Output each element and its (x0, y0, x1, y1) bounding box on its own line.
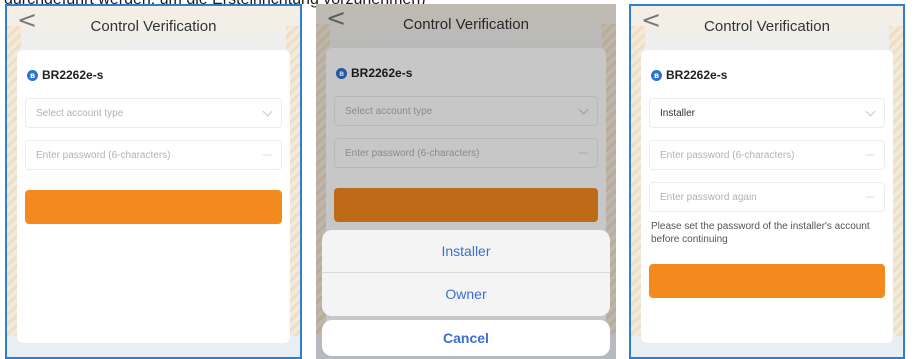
page-title: Control Verification (90, 18, 217, 35)
password-field[interactable]: Enter password (6-characters) ⌣⌣ (649, 140, 885, 170)
action-sheet-option-owner[interactable]: Owner (322, 273, 610, 315)
device-label: ʙ BR2262e-s (27, 68, 103, 82)
device-name: BR2262e-s (42, 68, 104, 82)
eye-closed-icon[interactable]: ⌣⌣ (865, 192, 874, 202)
chevron-down-icon (262, 106, 273, 116)
device-name: BR2262e-s (666, 68, 728, 82)
nav-bar: < Control Verification (7, 6, 300, 40)
confirm-button[interactable] (25, 190, 282, 224)
cancel-button[interactable]: Cancel (322, 320, 610, 356)
account-type-select[interactable]: Select account type (25, 98, 282, 128)
phone-screen-3: < Control Verification ʙ BR2262e-s Insta… (629, 4, 905, 359)
form-card: ʙ BR2262e-s Select account type Enter pa… (17, 50, 290, 343)
password-placeholder: Enter password (6-characters) (660, 149, 795, 161)
phone-screen-2: < Control Verification ʙ BR2262e-s Selec… (316, 4, 616, 359)
password-again-placeholder: Enter password again (660, 191, 757, 203)
account-type-select[interactable]: Installer (649, 98, 885, 128)
nav-bar: < Control Verification (631, 6, 903, 40)
form-card: ʙ BR2262e-s Installer Enter password (6-… (641, 50, 893, 343)
page-title: Control Verification (704, 18, 830, 35)
installer-password-hint: Please set the password of the installer… (651, 221, 870, 245)
phone-screen-1: < Control Verification ʙ BR2262e-s Selec… (5, 4, 302, 359)
bluetooth-icon: ʙ (27, 69, 38, 81)
action-sheet: Installer Owner (322, 230, 610, 316)
password-placeholder: Enter password (6-characters) (36, 149, 171, 161)
device-label: ʙ BR2262e-s (651, 68, 727, 82)
password-again-field[interactable]: Enter password again ⌣⌣ (649, 182, 885, 212)
bluetooth-icon: ʙ (651, 69, 662, 81)
confirm-button[interactable] (649, 264, 885, 298)
eye-closed-icon[interactable]: ⌣⌣ (865, 150, 874, 160)
eye-closed-icon[interactable]: ⌣⌣ (262, 150, 271, 160)
chevron-down-icon (865, 106, 876, 116)
action-sheet-option-installer[interactable]: Installer (322, 230, 610, 272)
account-type-value: Installer (660, 107, 696, 119)
account-type-placeholder: Select account type (36, 107, 124, 119)
password-field[interactable]: Enter password (6-characters) ⌣⌣ (25, 140, 282, 170)
